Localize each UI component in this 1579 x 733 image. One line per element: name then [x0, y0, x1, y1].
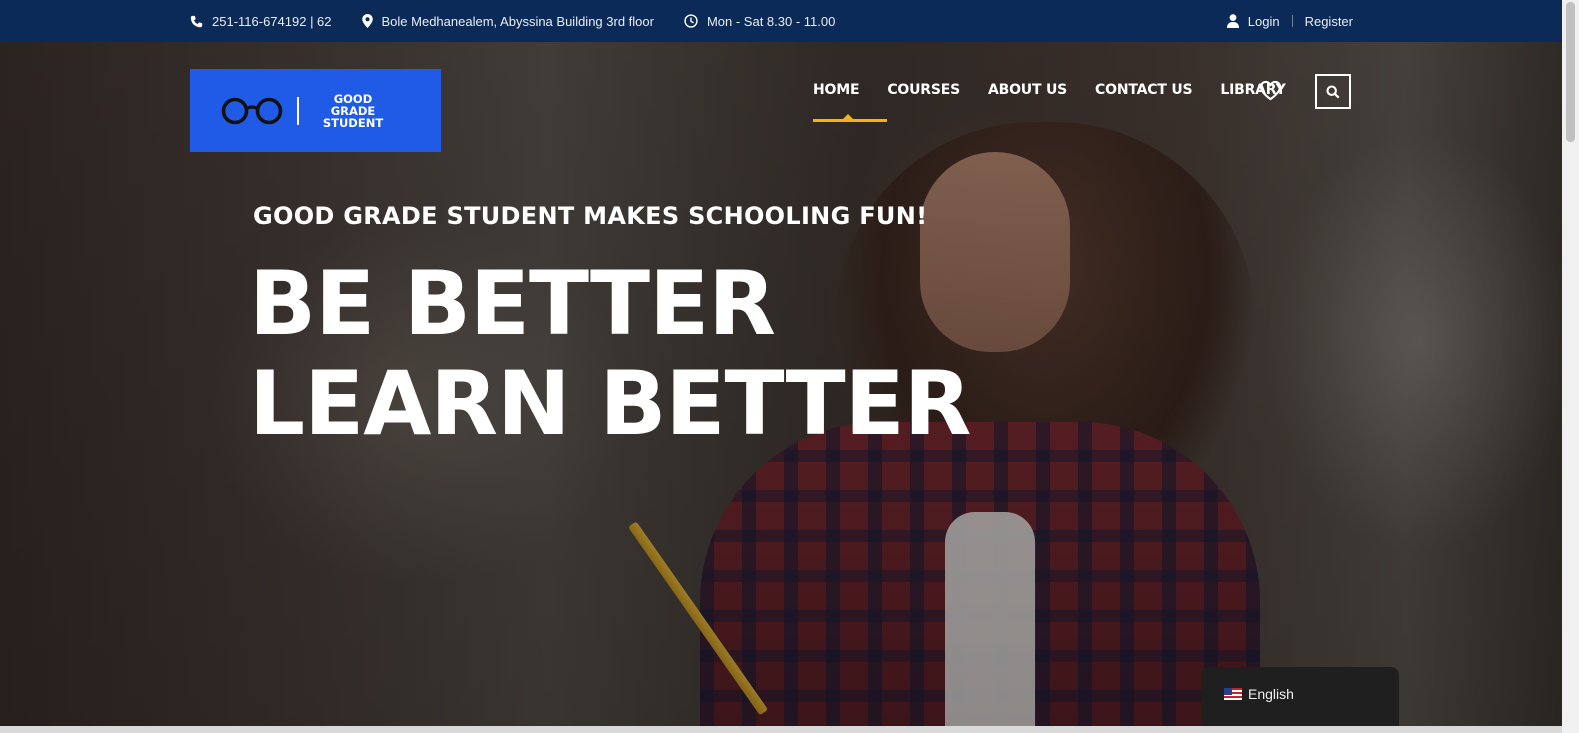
logo-text: GOOD GRADE STUDENT: [310, 93, 396, 129]
hero-tagline: GOOD GRADE STUDENT MAKES SCHOOLING FUN!: [253, 202, 928, 230]
auth-links: Login Register: [1226, 0, 1353, 42]
address-text: Bole Medhanealem, Abyssina Building 3rd …: [381, 13, 654, 29]
nav-courses[interactable]: COURSES: [887, 82, 960, 98]
heart-icon: [1259, 80, 1282, 101]
search-icon: [1326, 84, 1340, 98]
nav-home[interactable]: HOME: [813, 82, 888, 122]
wishlist-button[interactable]: [1259, 80, 1282, 106]
phone-number: 251-116-674192 | 62: [212, 13, 332, 29]
logo-divider: [297, 96, 299, 125]
us-flag-icon: [1224, 688, 1242, 700]
hours-info: Mon - Sat 8.30 - 11.00: [684, 14, 835, 29]
site-logo[interactable]: GOOD GRADE STUDENT: [190, 69, 441, 152]
contact-info: 251-116-674192 | 62 Bole Medhanealem, Ab…: [190, 0, 865, 42]
scrollbar-thumb[interactable]: [1566, 2, 1575, 142]
headline-line-2: LEARN BETTER: [249, 352, 971, 455]
phone-info[interactable]: 251-116-674192 | 62: [190, 14, 332, 29]
map-pin-icon: [361, 14, 373, 28]
phone-icon: [190, 15, 203, 27]
logo-line-2: STUDENT: [322, 115, 384, 130]
register-link[interactable]: Register: [1305, 14, 1353, 29]
login-link[interactable]: Login: [1248, 14, 1280, 29]
horizontal-scrollbar[interactable]: [0, 726, 1562, 733]
user-icon: [1226, 14, 1239, 28]
language-switcher[interactable]: English: [1201, 667, 1399, 733]
glasses-icon: [221, 97, 283, 124]
vertical-scrollbar[interactable]: [1562, 0, 1579, 733]
hours-text: Mon - Sat 8.30 - 11.00: [706, 13, 836, 29]
top-info-bar: 251-116-674192 | 62 Bole Medhanealem, Ab…: [0, 0, 1579, 42]
auth-divider: [1291, 15, 1293, 27]
hero-headline: BE BETTER LEARN BETTER: [249, 252, 971, 455]
nav-about-us[interactable]: ABOUT US: [988, 82, 1067, 98]
search-button[interactable]: [1315, 74, 1351, 109]
logo-line-1: GOOD GRADE: [330, 91, 376, 118]
language-label: English: [1248, 686, 1294, 702]
clock-icon: [684, 14, 698, 28]
nav-contact-us[interactable]: CONTACT US: [1095, 82, 1193, 98]
main-nav: HOME COURSES ABOUT US CONTACT US LIBRARY: [813, 78, 1314, 122]
address-info: Bole Medhanealem, Abyssina Building 3rd …: [361, 13, 654, 29]
headline-line-1: BE BETTER: [249, 252, 776, 355]
